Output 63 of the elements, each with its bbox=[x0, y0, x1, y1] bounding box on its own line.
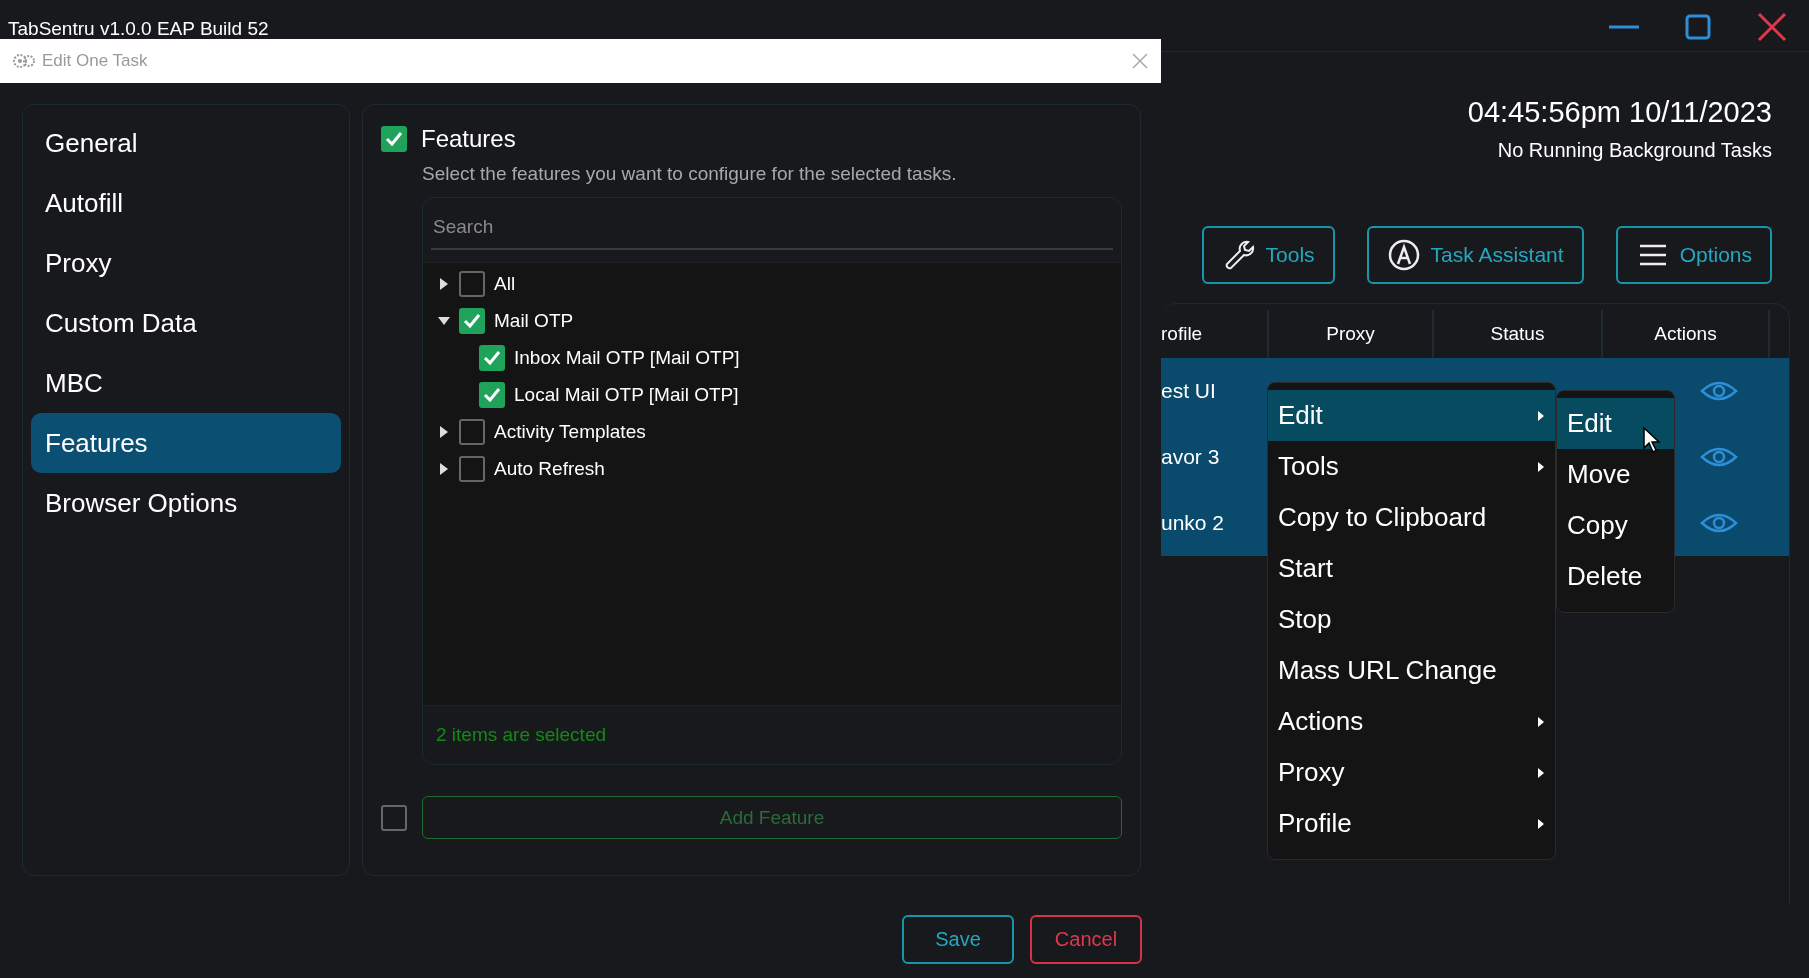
menu-item[interactable]: Stop bbox=[1268, 594, 1555, 645]
eye-icon[interactable] bbox=[1700, 445, 1738, 469]
section-description: Select the features you want to configure for the selected tasks. bbox=[422, 163, 958, 185]
menu-item[interactable]: Profile bbox=[1268, 798, 1555, 849]
app-title: TabSentru v1.0.0 EAP Build 52 bbox=[8, 18, 269, 40]
selection-summary: 2 items are selected bbox=[435, 723, 608, 747]
gear-icon bbox=[12, 52, 36, 70]
menu-item[interactable]: Start bbox=[1268, 543, 1555, 594]
dialog-title: Edit One Task bbox=[42, 51, 148, 71]
menu-item[interactable]: Delete bbox=[1557, 551, 1674, 602]
eye-icon[interactable] bbox=[1700, 379, 1738, 403]
checkbox[interactable] bbox=[459, 307, 485, 334]
menu-item[interactable]: Copy to Clipboard bbox=[1268, 492, 1555, 543]
close-icon[interactable] bbox=[1755, 10, 1789, 44]
cancel-button[interactable]: Cancel bbox=[1030, 915, 1142, 964]
profile-cell-text: est UI bbox=[1161, 379, 1217, 403]
tree-item-label[interactable]: Inbox Mail OTP [Mail OTP] bbox=[514, 346, 740, 369]
profile-cell-text: avor 3 bbox=[1161, 445, 1221, 469]
sidebar-item[interactable]: General bbox=[31, 113, 341, 173]
tree-item-label[interactable]: Activity Templates bbox=[494, 420, 646, 443]
status-text: No Running Background Tasks bbox=[1497, 139, 1772, 162]
close-icon[interactable] bbox=[1131, 52, 1149, 70]
cursor-icon bbox=[1642, 426, 1662, 454]
sidebar-item[interactable]: Custom Data bbox=[31, 293, 341, 353]
tree-item-label[interactable]: Auto Refresh bbox=[494, 457, 605, 480]
caret-icon bbox=[1537, 460, 1545, 473]
checkbox[interactable] bbox=[381, 126, 407, 152]
checkbox[interactable] bbox=[479, 381, 505, 408]
clock-text: 04:45:56pm 10/11/2023 bbox=[1467, 96, 1772, 129]
tree-item-label[interactable]: Local Mail OTP [Mail OTP] bbox=[514, 383, 739, 406]
menu-item[interactable]: Edit bbox=[1268, 390, 1555, 441]
checkbox[interactable] bbox=[459, 418, 485, 445]
checkmark-icon bbox=[384, 129, 404, 149]
assistant-icon bbox=[1386, 238, 1421, 272]
profile-cell-text: unko 2 bbox=[1161, 511, 1226, 535]
caret-icon bbox=[1537, 766, 1545, 779]
toolbar-button[interactable]: Options bbox=[1615, 226, 1772, 284]
sidebar-item[interactable]: Browser Options bbox=[31, 473, 341, 533]
menu-item[interactable]: Move bbox=[1557, 449, 1674, 500]
menu-item[interactable]: Copy bbox=[1557, 500, 1674, 551]
checkbox[interactable] bbox=[459, 455, 485, 482]
toolbar-button[interactable]: Tools bbox=[1201, 226, 1335, 284]
caret-icon bbox=[1537, 409, 1545, 422]
sidebar-item[interactable]: Proxy bbox=[31, 233, 341, 293]
menu-item[interactable]: Proxy bbox=[1268, 747, 1555, 798]
menu-item[interactable]: Mass URL Change bbox=[1268, 645, 1555, 696]
search-field[interactable]: Search bbox=[431, 206, 1113, 250]
sidebar-item[interactable]: MBC bbox=[31, 353, 341, 413]
toolbar-button[interactable]: Task Assistant bbox=[1366, 226, 1584, 284]
sidebar-item[interactable]: Autofill bbox=[31, 173, 341, 233]
section-title: Features bbox=[421, 125, 516, 153]
menu-item[interactable]: Edit bbox=[1557, 398, 1674, 449]
menu-item[interactable]: Actions bbox=[1268, 696, 1555, 747]
sidebar-item[interactable]: Features bbox=[31, 413, 341, 473]
menu-item[interactable]: Tools bbox=[1268, 441, 1555, 492]
tree-item-label[interactable]: Mail OTP bbox=[494, 309, 574, 332]
eye-icon[interactable] bbox=[1700, 511, 1738, 535]
tree-item-label[interactable]: All bbox=[494, 272, 516, 295]
caret-icon bbox=[1537, 817, 1545, 830]
checkbox[interactable] bbox=[479, 344, 505, 371]
checkbox[interactable] bbox=[459, 270, 485, 297]
save-button[interactable]: Save bbox=[902, 915, 1014, 964]
caret-icon bbox=[1537, 715, 1545, 728]
